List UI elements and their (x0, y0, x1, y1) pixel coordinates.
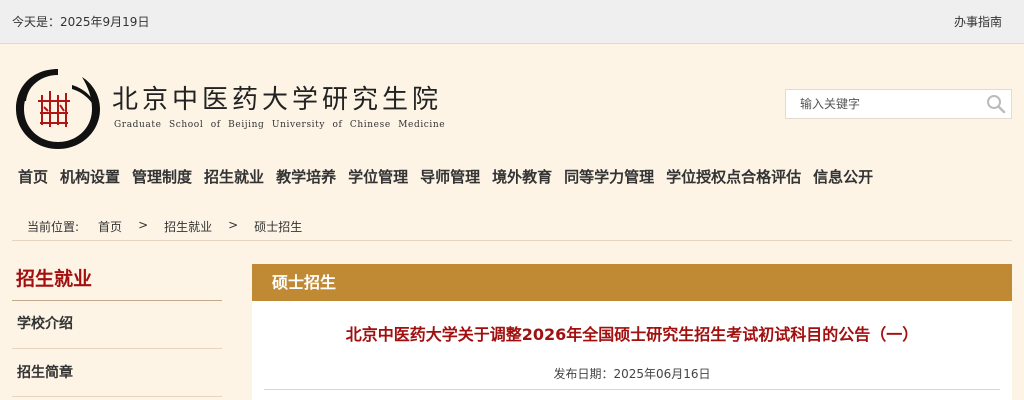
main-content: 硕士招生 北京中医药大学关于调整2026年全国硕士研究生招生考试初试科目的公告（… (252, 264, 1012, 400)
main-nav: 首页 机构设置 管理制度 招生就业 教学培养 学位管理 导师管理 境外教育 同等… (18, 166, 873, 187)
search-box (785, 89, 1012, 119)
nav-regulations[interactable]: 管理制度 (132, 166, 192, 187)
breadcrumb-home[interactable]: 首页 (98, 218, 122, 235)
site-header: 北京中医药大学研究生院 Graduate School of Beijing U… (0, 45, 1024, 155)
nav-overseas-education[interactable]: 境外教育 (492, 166, 552, 187)
breadcrumb-separator: > (228, 218, 239, 232)
school-seal-icon[interactable] (12, 65, 104, 153)
search-input[interactable] (786, 90, 981, 118)
search-icon[interactable] (981, 90, 1011, 118)
site-title[interactable]: 北京中医药大学研究生院 (112, 79, 442, 116)
article-title: 北京中医药大学关于调整2026年全国硕士研究生招生考试初试科目的公告（一） (345, 325, 919, 344)
breadcrumb-masters[interactable]: 硕士招生 (254, 218, 302, 235)
breadcrumb-separator: > (138, 218, 149, 232)
nav-admissions[interactable]: 招生就业 (204, 166, 264, 187)
today-date: 今天是：2025年9月19日 (12, 15, 150, 29)
article-date: 发布日期：2025年06月16日 (553, 367, 711, 381)
breadcrumb-label: 当前位置: (27, 220, 80, 234)
divider (264, 389, 1000, 390)
nav-organization[interactable]: 机构设置 (60, 166, 120, 187)
sidebar-title: 招生就业 (12, 262, 222, 301)
nav-degree-evaluation[interactable]: 学位授权点合格评估 (666, 166, 801, 187)
sidebar-item-school-intro[interactable]: 学校介绍 (12, 314, 222, 349)
nav-supervisor-management[interactable]: 导师管理 (420, 166, 480, 187)
sidebar-item-admission-brochure[interactable]: 招生简章 (12, 349, 222, 397)
breadcrumb-admissions[interactable]: 招生就业 (164, 218, 212, 235)
nav-home[interactable]: 首页 (18, 166, 48, 187)
nav-equivalent-education[interactable]: 同等学力管理 (564, 166, 654, 187)
sidebar: 招生就业 学校介绍 招生简章 (12, 262, 222, 397)
site-subtitle: Graduate School of Beijing University of… (114, 120, 446, 130)
guide-link[interactable]: 办事指南 (954, 13, 1002, 30)
nav-teaching[interactable]: 教学培养 (276, 166, 336, 187)
nav-info-disclosure[interactable]: 信息公开 (813, 166, 873, 187)
breadcrumb: 当前位置: 首页 > 招生就业 > 硕士招生 (12, 218, 1012, 241)
section-title: 硕士招生 (252, 264, 1012, 301)
nav-degree-management[interactable]: 学位管理 (348, 166, 408, 187)
top-bar: 今天是：2025年9月19日 办事指南 (0, 0, 1024, 44)
